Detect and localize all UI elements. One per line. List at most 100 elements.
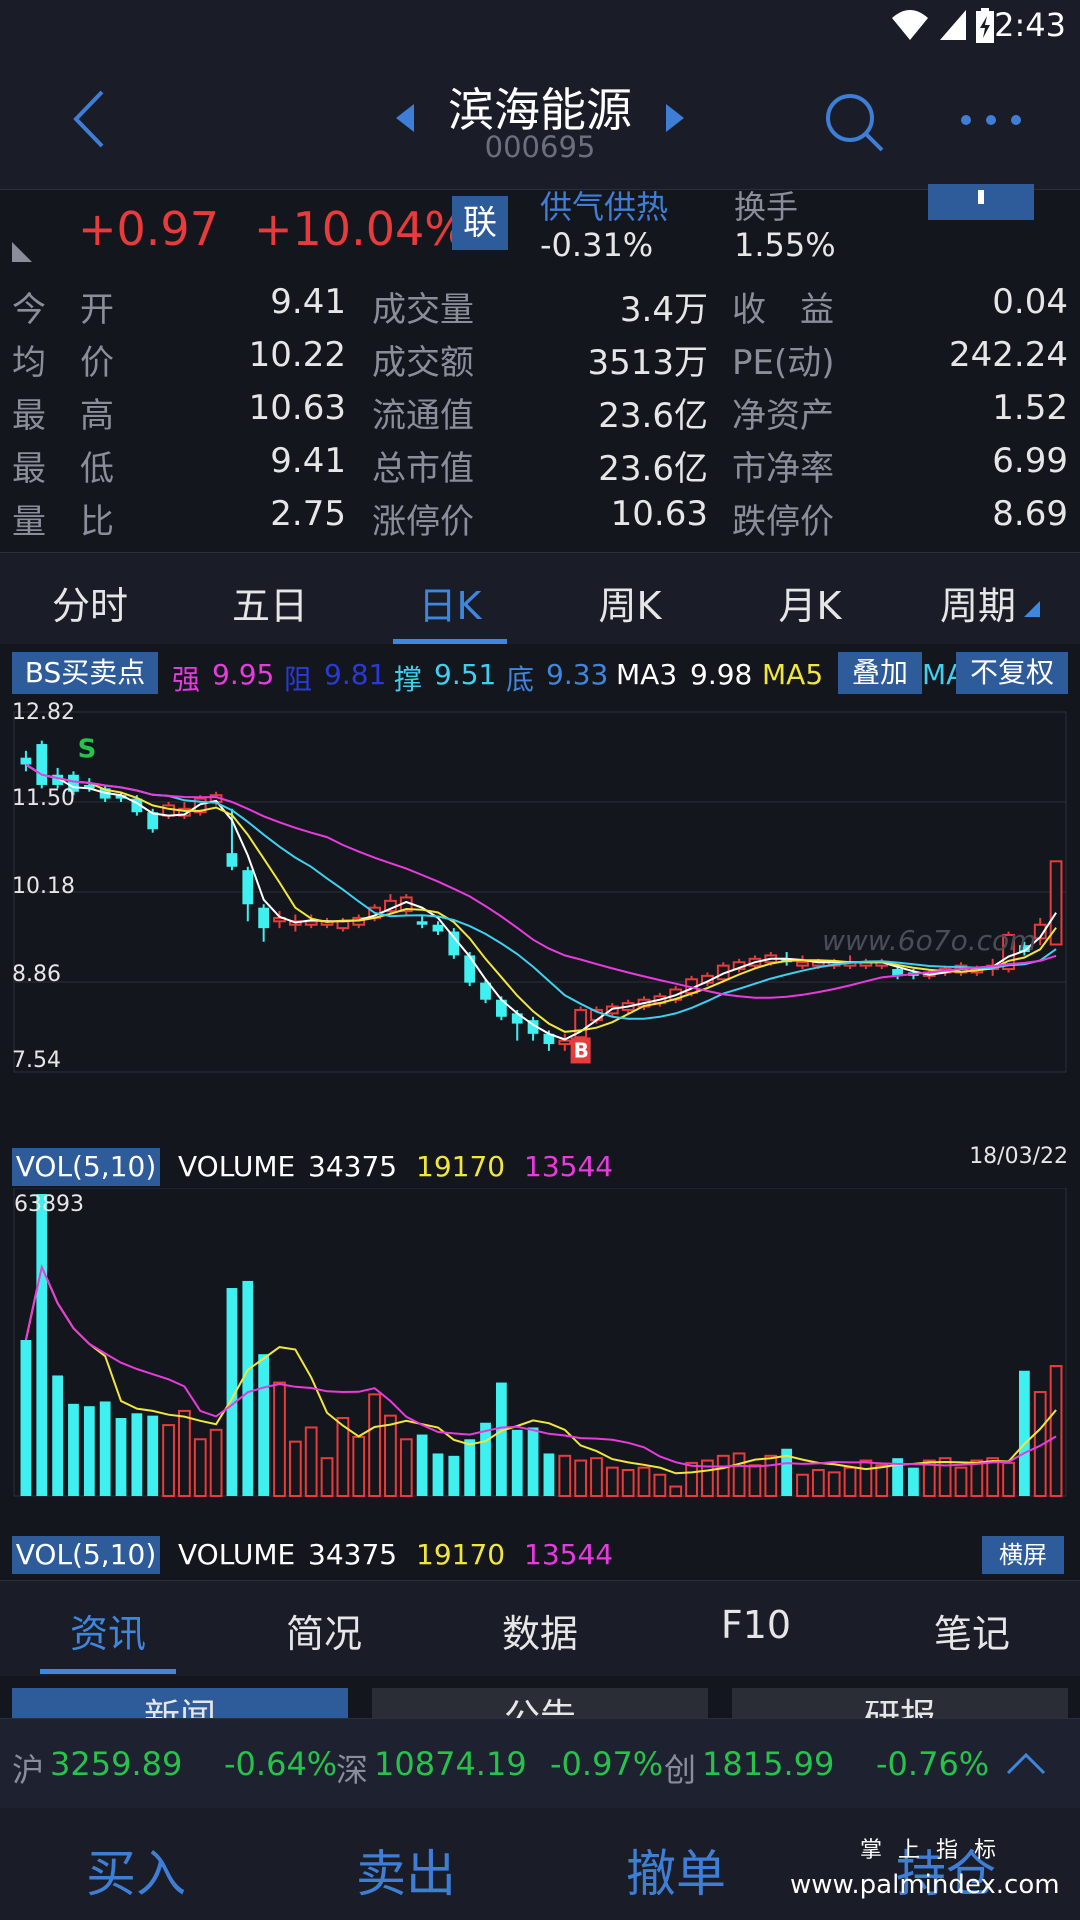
more-icon[interactable] bbox=[958, 110, 1024, 130]
volume-bar bbox=[811, 1469, 825, 1498]
concept-label[interactable]: 供气供热 bbox=[540, 182, 668, 228]
volume-bar bbox=[193, 1438, 207, 1497]
y-tick-label: 8.86 bbox=[12, 962, 61, 987]
y-tick-label: 7.54 bbox=[12, 1048, 61, 1073]
bs-signal-button[interactable]: BS买卖点 bbox=[12, 652, 158, 694]
bottom-label: 底 bbox=[506, 663, 535, 696]
volume-bar bbox=[527, 1427, 539, 1496]
chevron-up-icon[interactable] bbox=[1004, 1751, 1048, 1777]
tab-period[interactable]: 周期 bbox=[928, 575, 1028, 630]
volume-bar bbox=[558, 1454, 572, 1497]
buy-button[interactable]: 买入 bbox=[36, 1834, 236, 1906]
overlay-button[interactable]: 叠加 bbox=[838, 652, 922, 694]
volume-indicator-button[interactable]: VOL(5,10) bbox=[12, 1148, 160, 1186]
watermark-url: www.palmindex.com bbox=[790, 1870, 1060, 1900]
volume-bar bbox=[384, 1414, 397, 1497]
quote-value: 23.6亿 bbox=[598, 396, 708, 436]
volume-bar bbox=[954, 1466, 968, 1497]
resist-label: 阻 bbox=[284, 663, 313, 696]
quote-row: 最 高 10.63 流通值 23.6亿 净资产 1.52 bbox=[0, 388, 1080, 441]
sell-button[interactable]: 卖出 bbox=[306, 1834, 506, 1906]
quote-label: 最 低 bbox=[12, 449, 114, 489]
volume-label: VOLUME bbox=[178, 1150, 296, 1183]
volume-bar bbox=[352, 1435, 366, 1497]
trade-bar: 买入 卖出 撤单 持仓 掌上指标 www.palmindex.com bbox=[0, 1808, 1080, 1920]
volume-bar bbox=[258, 1354, 270, 1496]
expand-corner-icon[interactable] bbox=[12, 238, 36, 262]
volume-bar bbox=[304, 1426, 318, 1498]
quote-value: 9.41 bbox=[270, 441, 346, 481]
strong-label: 强 bbox=[172, 663, 201, 696]
quote-row: 量 比 2.75 涨停价 10.63 跌停价 8.69 bbox=[0, 494, 1080, 547]
volume-bar bbox=[1002, 1461, 1015, 1497]
cancel-order-button[interactable]: 撤单 bbox=[576, 1834, 776, 1906]
volume-ma10-value: 13544 bbox=[524, 1538, 614, 1571]
next-stock-icon[interactable] bbox=[660, 100, 690, 136]
status-time: 2:43 bbox=[994, 6, 1066, 44]
candle bbox=[36, 740, 48, 789]
active-tab-underline bbox=[40, 1669, 176, 1674]
sell-signal-marker: S bbox=[78, 735, 97, 765]
quote-label: 均 价 bbox=[12, 343, 114, 383]
volume-bar bbox=[336, 1417, 350, 1497]
tab-five-day[interactable]: 五日 bbox=[220, 575, 320, 630]
back-icon[interactable] bbox=[62, 84, 122, 154]
volume-bar bbox=[637, 1466, 651, 1497]
volume-bar bbox=[511, 1429, 523, 1496]
non-adjusted-button[interactable]: 不复权 bbox=[956, 652, 1068, 694]
status-bar: 2:43 bbox=[0, 0, 1080, 52]
volume-label: VOLUME bbox=[178, 1538, 296, 1571]
index-ticker[interactable]: 沪 3259.89 -0.64% 深 10874.19 -0.97% 创 181… bbox=[0, 1718, 1080, 1808]
quote-row: 最 低 9.41 总市值 23.6亿 市净率 6.99 bbox=[0, 441, 1080, 494]
y-tick-label: 11.50 bbox=[12, 786, 75, 811]
candle bbox=[242, 866, 254, 922]
quote-label: 成交额 bbox=[372, 343, 474, 383]
search-icon[interactable] bbox=[820, 88, 890, 158]
quote-row: 均 价 10.22 成交额 3513万 PE(动) 242.24 bbox=[0, 335, 1080, 388]
volume-indicator-button[interactable]: VOL(5,10) bbox=[12, 1536, 160, 1574]
tab-notes[interactable]: 笔记 bbox=[882, 1603, 1062, 1658]
subtab-announcements[interactable]: 公告 bbox=[372, 1688, 708, 1718]
index-change: -0.64% bbox=[224, 1745, 338, 1783]
quote-value: 9.41 bbox=[270, 282, 346, 322]
tab-intraday[interactable]: 分时 bbox=[40, 575, 140, 630]
tab-overview[interactable]: 简况 bbox=[234, 1603, 414, 1658]
landscape-button[interactable]: 横屏 bbox=[982, 1536, 1064, 1574]
bottom-value: 9.33 bbox=[546, 658, 609, 691]
volume-bar bbox=[621, 1469, 635, 1498]
index-change: -0.97% bbox=[550, 1745, 664, 1783]
period-tabs: 分时 五日 日K 周K 月K 周期 bbox=[0, 552, 1080, 644]
tab-daily-k[interactable]: 日K bbox=[400, 575, 500, 630]
chart-date: 18/03/22 bbox=[969, 1144, 1068, 1169]
volume-bar bbox=[1018, 1370, 1030, 1496]
volume-bar bbox=[764, 1454, 778, 1497]
signal-icon bbox=[940, 10, 966, 40]
kline-chart[interactable]: SB bbox=[0, 700, 1080, 1080]
volume-bar bbox=[590, 1457, 603, 1497]
candle bbox=[527, 1016, 539, 1041]
linked-badge[interactable]: 联 bbox=[452, 196, 508, 250]
ma3-label: MA3 bbox=[616, 658, 678, 691]
tab-weekly-k[interactable]: 周K bbox=[580, 575, 680, 630]
quote-value: 23.6亿 bbox=[598, 449, 708, 489]
subtab-research[interactable]: 研报 bbox=[732, 1688, 1068, 1718]
sub-tabs: 新闻 公告 研报 bbox=[0, 1676, 1080, 1718]
volume-chart[interactable] bbox=[0, 1188, 1080, 1508]
volume-bar bbox=[36, 1194, 48, 1496]
quote-value: 10.22 bbox=[248, 335, 346, 375]
tab-data[interactable]: 数据 bbox=[450, 1603, 630, 1658]
tab-f10[interactable]: F10 bbox=[666, 1603, 846, 1647]
candle bbox=[258, 904, 270, 942]
tab-monthly-k[interactable]: 月K bbox=[760, 575, 860, 630]
volume-header: VOL(5,10) VOLUME 34375 19170 13544 18/03… bbox=[0, 1144, 1080, 1188]
volume-bar bbox=[543, 1453, 555, 1496]
subtab-news[interactable]: 新闻 bbox=[12, 1688, 348, 1718]
index-value: 10874.19 bbox=[374, 1745, 527, 1783]
volume-ma10-value: 13544 bbox=[524, 1150, 614, 1183]
candle bbox=[574, 1006, 588, 1041]
volume-bar bbox=[147, 1415, 159, 1496]
header: 滨海能源 000695 bbox=[0, 52, 1080, 190]
tab-news[interactable]: 资讯 bbox=[18, 1603, 198, 1658]
volume-bar bbox=[320, 1457, 334, 1497]
quote-label: 最 高 bbox=[12, 396, 114, 436]
